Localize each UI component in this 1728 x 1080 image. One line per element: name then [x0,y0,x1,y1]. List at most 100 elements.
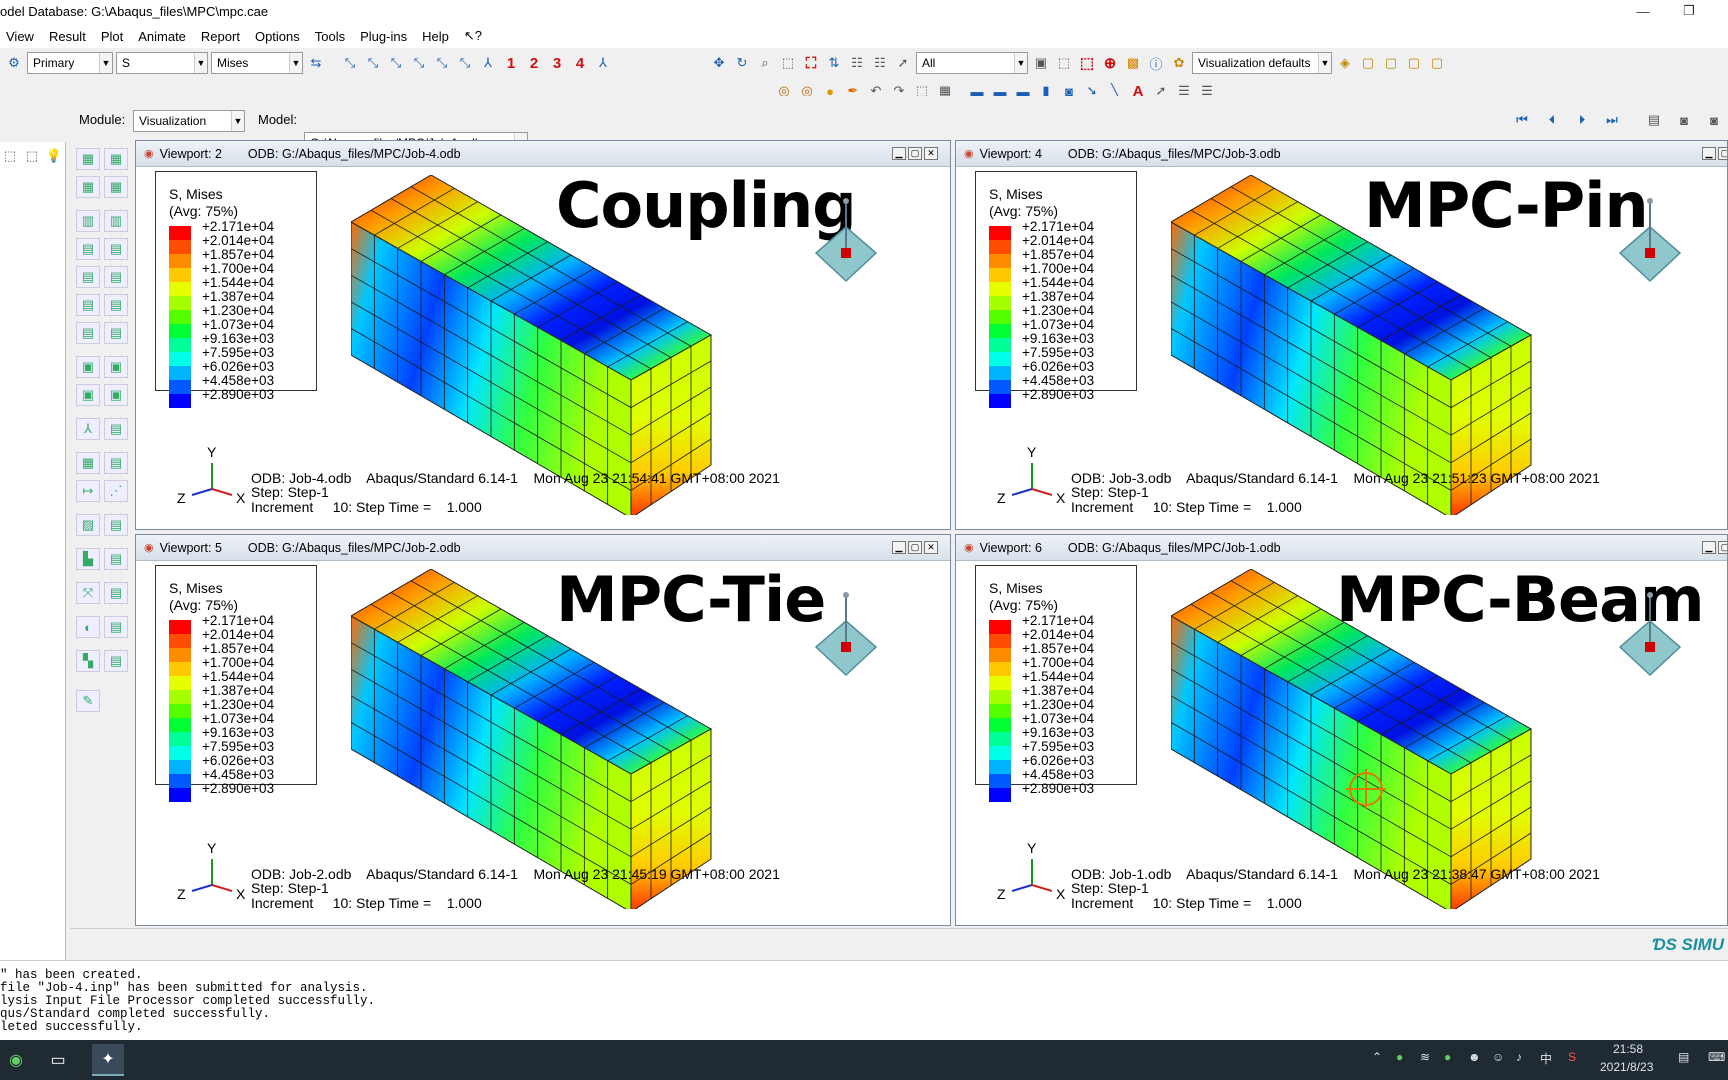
viewport-eye-icon[interactable]: ◉ [144,541,154,554]
viewport-header[interactable]: ◉ Viewport: 4 ODB: G:/Abaqus_files/MPC/Job… [956,141,1727,167]
viewport-close-icon[interactable]: ✕ [924,541,938,554]
variable-select[interactable]: S ▼ [116,52,208,74]
module-select[interactable]: Visualization ▼ [133,110,245,132]
probe-icon[interactable]: ⊕ [1100,53,1120,73]
visualization-defaults-select[interactable]: Visualization defaults ▼ [1192,52,1332,74]
csys-x-icon[interactable]: ⤡ [340,53,360,73]
query-icon[interactable]: ▣ [1031,53,1051,73]
first-frame-icon[interactable]: ⏮ [1512,110,1532,130]
wifi-icon[interactable]: ≋ [1420,1050,1430,1064]
minimize-button[interactable]: — [1628,0,1658,22]
plot-material-icon[interactable]: ▥ [104,210,128,232]
animate-scale-icon[interactable]: ▣ [76,356,100,378]
csys-zx-icon[interactable]: ⤡ [455,53,475,73]
symbol-options2-icon[interactable]: ▤ [104,266,128,288]
notification-icon[interactable]: ▤ [1678,1050,1689,1064]
primary-select[interactable]: Primary ▼ [27,52,113,74]
info-icon[interactable]: ⓘ [1146,53,1166,73]
viewport-maximize-icon[interactable]: ▢ [908,541,922,554]
bulb-icon[interactable]: 💡 [44,146,64,166]
csys-manager-icon[interactable]: ▤ [104,418,128,440]
plot-undeformed-icon[interactable]: ▦ [76,148,100,170]
fit-view-icon[interactable]: ⛶ [801,53,821,73]
ply-options2-icon[interactable]: ▤ [104,322,128,344]
viewport-maximize-icon[interactable]: ▢ [1718,541,1727,554]
plot-symbols-icon[interactable]: ▥ [76,210,100,232]
create-csys-icon[interactable]: ⅄ [76,418,100,440]
csys-z-icon[interactable]: ⤡ [386,53,406,73]
menu-report[interactable]: Report [201,29,240,44]
stream-icon[interactable]: ▨ [76,514,100,536]
query-manager-icon[interactable]: ▤ [104,650,128,672]
contour-options-icon[interactable]: ▤ [76,238,100,260]
free-body-icon[interactable]: ◐ [76,616,100,638]
csys-xy-icon[interactable]: ⤡ [409,53,429,73]
menu-tools[interactable]: Tools [315,29,345,44]
rotate-icon[interactable]: ↻ [732,53,752,73]
plot-contours-icon[interactable]: ▦ [76,176,100,198]
keyboard-icon[interactable]: ⌨ [1708,1050,1725,1064]
iso-view-icon[interactable]: ◈ [1335,53,1355,73]
view-cube-icon[interactable] [806,191,886,291]
plot-contours2-icon[interactable]: ▦ [104,176,128,198]
palette-icon[interactable]: ✿ [1169,53,1189,73]
viewport-header[interactable]: ◉ Viewport: 5 ODB: G:/Abaqus_files/MPC/Job… [136,535,950,561]
app-tray-icon[interactable]: ● [1396,1050,1403,1064]
last-frame-icon[interactable]: ⏭ [1602,110,1622,130]
material-options-icon[interactable]: ▤ [76,294,100,316]
top-view-icon[interactable]: ▢ [1404,53,1424,73]
viewport-5[interactable]: ◉ Viewport: 5 ODB: G:/Abaqus_files/MPC/Job… [135,534,951,926]
snapshot-icon[interactable]: ◙ [1674,110,1694,130]
qq-icon[interactable]: ☻ [1468,1050,1481,1064]
box-zoom-icon[interactable]: ⬚ [778,53,798,73]
viewport-minimize-icon[interactable]: ▁ [892,147,906,160]
menu-options[interactable]: Options [255,29,300,44]
view-cut-icon[interactable]: ▙ [76,548,100,570]
context-help-button[interactable]: ↖? [464,28,482,44]
rule-icon[interactable]: ☷ [847,53,867,73]
csys-yz-icon[interactable]: ⤡ [432,53,452,73]
rule2-icon[interactable]: ☷ [870,53,890,73]
sogou-icon[interactable]: S [1568,1050,1576,1064]
abaqus-taskbar-icon[interactable]: ✦ [92,1044,124,1076]
menu-result[interactable]: Result [49,29,86,44]
triad-icon[interactable]: ⅄ [478,53,498,73]
free-body-manager-icon[interactable]: ▤ [104,616,128,638]
view-cube-icon[interactable] [806,585,886,685]
volume-icon[interactable]: ♪ [1516,1050,1522,1064]
menu-plot[interactable]: Plot [101,29,123,44]
view-cube-icon[interactable] [1610,585,1690,685]
viewport-maximize-icon[interactable]: ▢ [908,147,922,160]
menu-view[interactable]: View [6,29,34,44]
display-group-create-icon[interactable]: ⤧ [76,582,100,604]
step-4-button[interactable]: 4 [570,53,590,73]
viewport-eye-icon[interactable]: ◉ [144,147,154,160]
csys-y-icon[interactable]: ⤡ [363,53,383,73]
query-tool-icon[interactable]: ▚ [76,650,100,672]
side-view-icon[interactable]: ▢ [1427,53,1447,73]
display-group-icon[interactable]: ▩ [1123,53,1143,73]
xy-data-manager-icon[interactable]: ▤ [104,452,128,474]
menu-help[interactable]: Help [422,29,449,44]
view-cut-manager-icon[interactable]: ▤ [104,548,128,570]
wechat-icon[interactable]: ● [1444,1050,1451,1064]
animate-options-icon[interactable]: ▣ [104,384,128,406]
material-options2-icon[interactable]: ▤ [104,294,128,316]
chevron-up-icon[interactable]: ⌃ [1372,1050,1382,1064]
frame-select-icon[interactable]: ▤ [1644,110,1664,130]
menu-animate[interactable]: Animate [138,29,186,44]
node-icon[interactable]: ⅄ [593,53,613,73]
path-icon[interactable]: ↦ [76,480,100,502]
symbol-options-icon[interactable]: ▤ [76,266,100,288]
ply-options-icon[interactable]: ▤ [76,322,100,344]
xy-plot-icon[interactable]: ⋰ [104,480,128,502]
step-3-button[interactable]: 3 [547,53,567,73]
message-area[interactable]: " has been created. file "Job-4.inp" has… [0,960,1728,1040]
viewport-eye-icon[interactable]: ◉ [964,147,974,160]
animate-time-icon[interactable]: ▣ [104,356,128,378]
zoom-icon[interactable]: ⌕ [755,53,775,73]
box-select-icon[interactable]: ⬚ [1054,53,1074,73]
viewport-minimize-icon[interactable]: ▁ [1702,147,1716,160]
tree-filter-icon[interactable]: ⬚ [22,146,42,166]
tree-icon[interactable]: ⬚ [0,146,20,166]
